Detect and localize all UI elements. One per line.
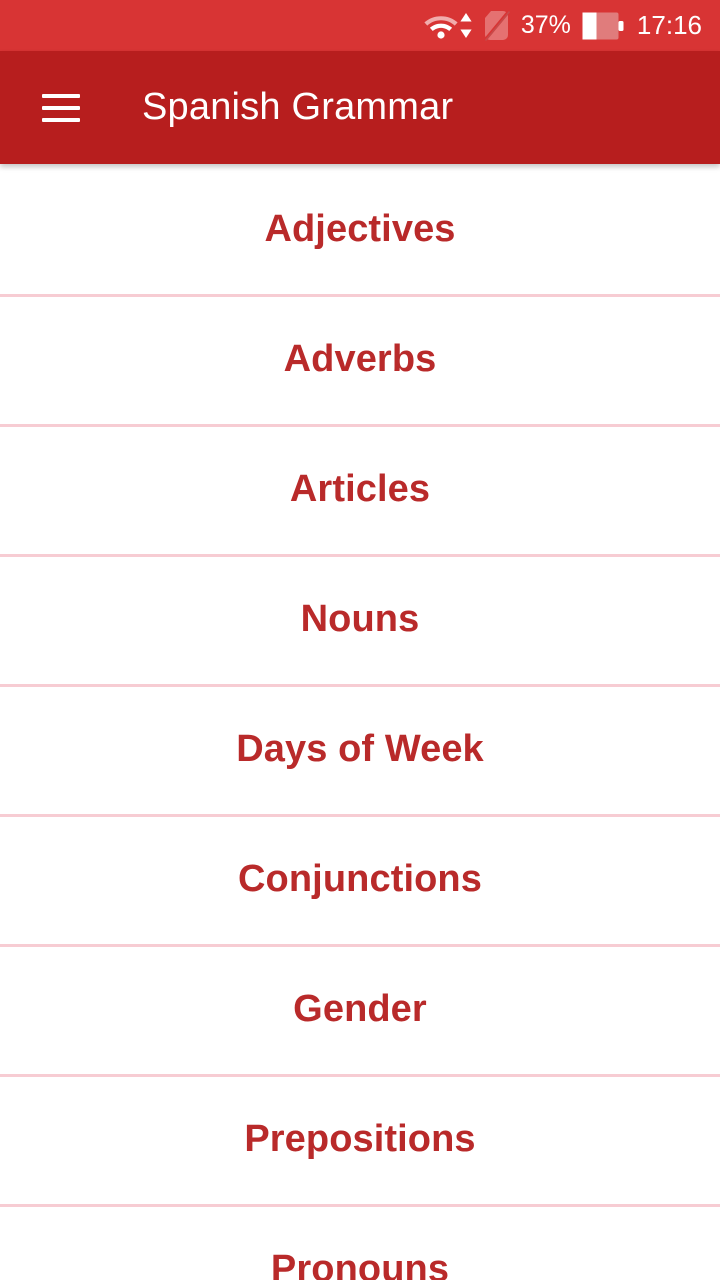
list-item-label: Conjunctions <box>238 857 482 900</box>
page-title: Spanish Grammar <box>142 86 454 128</box>
list-item-label: Nouns <box>300 597 420 640</box>
list-item-articles[interactable]: Articles <box>0 424 720 554</box>
list-item-label: Days of Week <box>236 727 484 770</box>
list-item-pronouns[interactable]: Pronouns <box>0 1204 720 1280</box>
grammar-topic-list[interactable]: Adjectives Adverbs Articles Nouns Days o… <box>0 164 720 1280</box>
battery-percent-label: 37% <box>520 10 571 39</box>
list-item-prepositions[interactable]: Prepositions <box>0 1074 720 1204</box>
list-item-label: Articles <box>289 467 431 510</box>
app-bar: Spanish Grammar <box>0 51 720 164</box>
status-bar-clock: 17:16 <box>636 10 702 40</box>
wifi-icon <box>424 12 458 39</box>
list-item-adverbs[interactable]: Adverbs <box>0 294 720 424</box>
data-transfer-arrows-icon <box>459 12 473 39</box>
wifi-status-group <box>424 12 473 39</box>
list-item-nouns[interactable]: Nouns <box>0 554 720 684</box>
status-bar-icons: 37% 17:16 <box>424 10 702 41</box>
list-item-gender[interactable]: Gender <box>0 944 720 1074</box>
list-item-label: Prepositions <box>244 1117 476 1160</box>
hamburger-bar-bottom <box>42 117 80 122</box>
list-item-label: Pronouns <box>270 1247 450 1280</box>
list-item-label: Adverbs <box>283 337 437 380</box>
battery-icon <box>582 12 624 40</box>
list-item-conjunctions[interactable]: Conjunctions <box>0 814 720 944</box>
list-item-days-of-week[interactable]: Days of Week <box>0 684 720 814</box>
hamburger-bar-middle <box>42 105 80 110</box>
list-item-adjectives[interactable]: Adjectives <box>0 164 720 294</box>
no-sim-card-icon <box>483 10 510 41</box>
status-bar: 37% 17:16 <box>0 0 720 51</box>
list-item-label: Adjectives <box>264 207 456 250</box>
app-root: 37% 17:16 Spanish Grammar Adjectives Adv <box>0 0 720 1280</box>
hamburger-menu-icon[interactable] <box>34 81 88 135</box>
list-item-label: Gender <box>293 987 427 1030</box>
hamburger-bar-top <box>42 93 80 98</box>
